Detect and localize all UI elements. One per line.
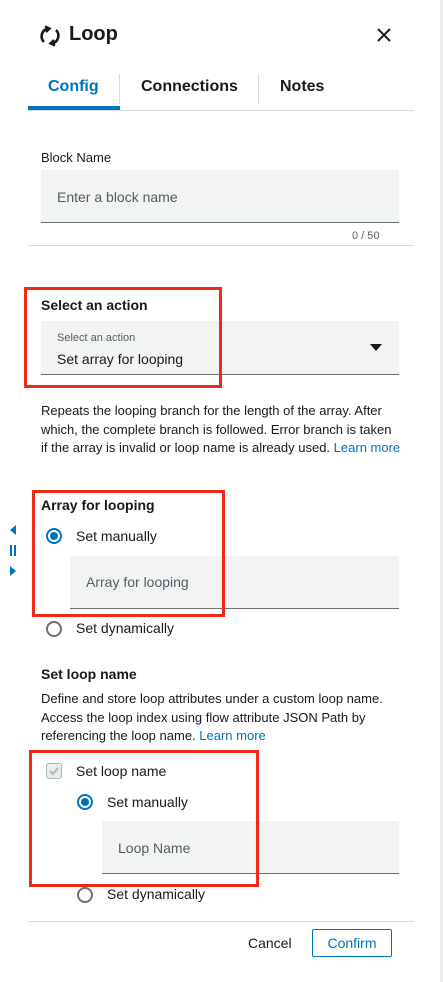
array-dynamic-radio[interactable] [46, 621, 62, 637]
loop-name-heading: Set loop name [41, 666, 137, 682]
array-input[interactable]: Array for looping [70, 556, 399, 609]
tabs-divider [28, 110, 414, 111]
cancel-button[interactable]: Cancel [248, 935, 292, 951]
array-label: Array for looping [41, 497, 155, 513]
loop-manual-radio[interactable] [77, 794, 93, 810]
loop-name-checkbox-label: Set loop name [76, 763, 167, 779]
tab-config[interactable]: Config [48, 78, 99, 96]
block-name-placeholder: Enter a block name [57, 189, 178, 205]
select-action-label: Select an action [41, 297, 148, 313]
loop-dynamic-label: Set dynamically [107, 886, 206, 902]
loop-manual-label: Set manually [107, 794, 188, 810]
tab-connections[interactable]: Connections [141, 78, 238, 96]
checkmark-icon [49, 767, 59, 776]
confirm-button[interactable]: Confirm [312, 929, 392, 957]
learn-more-link[interactable]: Learn more [199, 728, 265, 743]
loop-name-placeholder: Loop Name [118, 840, 191, 856]
array-manual-label: Set manually [76, 528, 157, 544]
loop-icon [40, 25, 60, 47]
tab-notes[interactable]: Notes [280, 78, 324, 96]
select-value: Set array for looping [57, 351, 184, 367]
array-input-placeholder: Array for looping [86, 574, 189, 590]
section-divider [28, 245, 414, 246]
loop-name-input[interactable]: Loop Name [102, 821, 399, 874]
close-icon[interactable] [374, 25, 394, 45]
caret-down-icon [370, 344, 382, 351]
block-name-counter: 0 / 50 [352, 230, 380, 242]
loop-dynamic-radio[interactable] [77, 887, 93, 903]
tab-divider [258, 74, 259, 104]
loop-name-checkbox[interactable] [46, 763, 62, 779]
array-manual-radio[interactable] [46, 528, 62, 544]
tab-divider [119, 74, 120, 104]
select-floating-label: Select an action [57, 332, 136, 344]
action-select[interactable]: Select an action Set array for looping [41, 321, 399, 375]
footer-divider [28, 921, 414, 922]
array-dynamic-label: Set dynamically [76, 620, 175, 636]
loop-name-description: Define and store loop attributes under a… [41, 690, 401, 746]
resize-handle-icon[interactable] [7, 524, 19, 578]
block-name-input[interactable]: Enter a block name [41, 170, 399, 223]
learn-more-link[interactable]: Learn more [334, 440, 400, 455]
block-name-label: Block Name [41, 150, 112, 165]
panel-title: Loop [69, 23, 118, 45]
action-description: Repeats the looping branch for the lengt… [41, 402, 401, 458]
